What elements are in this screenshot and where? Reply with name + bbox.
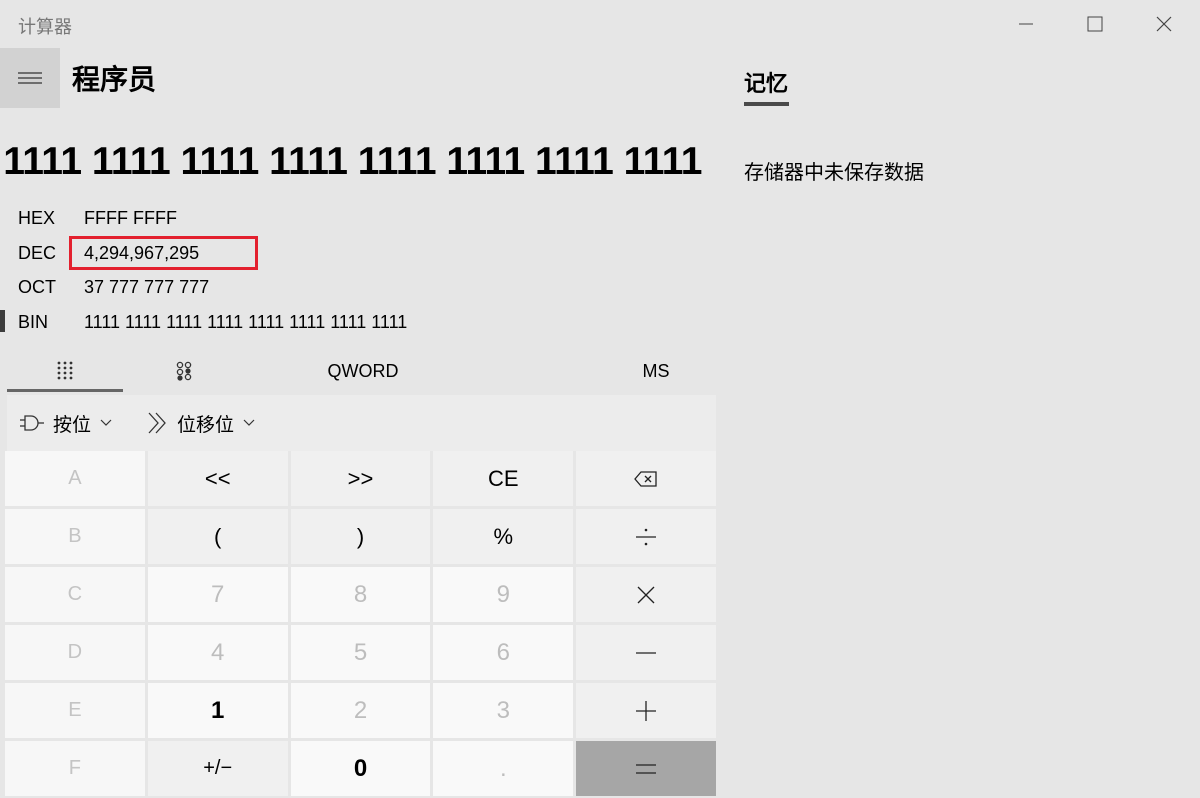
bitshift-dropdown[interactable]: 位移位 xyxy=(147,395,256,451)
bit-toggle-icon xyxy=(176,361,192,381)
multiply-button[interactable] xyxy=(576,567,716,622)
tab-bit-toggle[interactable] xyxy=(126,348,242,394)
radix-row-bin[interactable]: BIN 1111 1111 1111 1111 1111 1111 1111 1… xyxy=(0,306,700,340)
main-display: 1111 1111 1111 1111 1111 1111 1111 1111 xyxy=(3,140,702,183)
key-e[interactable]: E xyxy=(5,683,145,738)
keypad-icon xyxy=(57,361,73,380)
memory-store-button[interactable]: MS xyxy=(610,348,702,394)
keypad: A << >> CE B ( ) % C 7 8 9 D 4 5 6 E 1 2… xyxy=(5,451,716,796)
close-paren-button[interactable]: ) xyxy=(290,509,431,564)
hamburger-icon xyxy=(18,72,42,84)
left-shift-button[interactable]: << xyxy=(147,451,288,506)
word-size-button[interactable]: QWORD xyxy=(270,348,456,394)
maximize-icon xyxy=(1087,16,1103,32)
modulo-button[interactable]: % xyxy=(433,509,574,564)
equals-icon xyxy=(636,763,657,774)
multiply-icon xyxy=(637,586,655,603)
backspace-button[interactable] xyxy=(576,451,716,506)
memory-tab[interactable]: 记忆 xyxy=(744,66,788,98)
plus-icon xyxy=(636,700,657,721)
memory-empty-message: 存储器中未保存数据 xyxy=(744,162,924,184)
minimize-button[interactable] xyxy=(992,0,1060,48)
radix-label: BIN xyxy=(18,312,49,332)
key-9[interactable]: 9 xyxy=(433,567,574,622)
close-icon xyxy=(1156,16,1172,32)
divide-icon xyxy=(636,528,657,545)
key-b[interactable]: B xyxy=(5,509,145,564)
chevron-down-icon xyxy=(100,419,112,426)
key-a[interactable]: A xyxy=(5,451,145,506)
key-4[interactable]: 4 xyxy=(147,625,288,680)
chevron-down-icon xyxy=(243,419,255,426)
maximize-button[interactable] xyxy=(1061,0,1129,48)
selected-radix-marker xyxy=(0,310,5,332)
bit-operations-row: 按位 位移位 xyxy=(7,395,716,451)
active-tab-indicator xyxy=(7,389,123,392)
key-0[interactable]: 0 xyxy=(290,741,431,796)
bitshift-label: 位移位 xyxy=(177,414,235,436)
key-f[interactable]: F xyxy=(5,741,145,796)
key-7[interactable]: 7 xyxy=(147,567,288,622)
bitwise-label: 按位 xyxy=(53,414,92,436)
keypad-mode-bar: QWORD MS xyxy=(0,348,716,394)
mode-title: 程序员 xyxy=(72,64,157,95)
radix-row-oct[interactable]: OCT 37 777 777 777 xyxy=(0,271,700,305)
radix-row-hex[interactable]: HEX FFFF FFFF xyxy=(0,202,700,236)
title-bar: 计算器 xyxy=(0,0,1200,48)
clear-entry-button[interactable]: CE xyxy=(433,451,574,506)
key-1[interactable]: 1 xyxy=(147,683,288,738)
backspace-icon xyxy=(634,470,657,487)
divide-button[interactable] xyxy=(576,509,716,564)
memory-tab-indicator xyxy=(744,102,789,106)
key-c[interactable]: C xyxy=(5,567,145,622)
highlight-box xyxy=(69,236,258,270)
key-d[interactable]: D xyxy=(5,625,145,680)
navigation-menu-button[interactable] xyxy=(0,48,60,108)
radix-value: 1111 1111 1111 1111 1111 1111 1111 1111 xyxy=(84,312,408,332)
app-title: 计算器 xyxy=(18,17,72,37)
subtract-button[interactable] xyxy=(576,625,716,680)
key-5[interactable]: 5 xyxy=(290,625,431,680)
key-8[interactable]: 8 xyxy=(290,567,431,622)
decimal-button[interactable]: . xyxy=(433,741,574,796)
logic-gate-icon xyxy=(20,415,44,431)
add-button[interactable] xyxy=(576,683,716,738)
radix-value: FFFF FFFF xyxy=(84,208,177,228)
close-button[interactable] xyxy=(1130,0,1198,48)
minimize-icon xyxy=(1019,23,1033,25)
key-2[interactable]: 2 xyxy=(290,683,431,738)
tab-full-keypad[interactable] xyxy=(7,348,123,394)
radix-label: HEX xyxy=(18,208,56,228)
open-paren-button[interactable]: ( xyxy=(147,509,288,564)
key-3[interactable]: 3 xyxy=(433,683,574,738)
key-6[interactable]: 6 xyxy=(433,625,574,680)
equals-button[interactable] xyxy=(576,741,716,796)
radix-label: DEC xyxy=(18,243,57,263)
minus-icon xyxy=(636,651,657,654)
radix-label: OCT xyxy=(18,277,56,297)
negate-button[interactable]: +/− xyxy=(147,741,288,796)
bitshift-icon xyxy=(148,412,166,434)
radix-value: 37 777 777 777 xyxy=(84,277,210,297)
right-shift-button[interactable]: >> xyxy=(290,451,431,506)
bitwise-dropdown[interactable]: 按位 xyxy=(19,395,113,451)
